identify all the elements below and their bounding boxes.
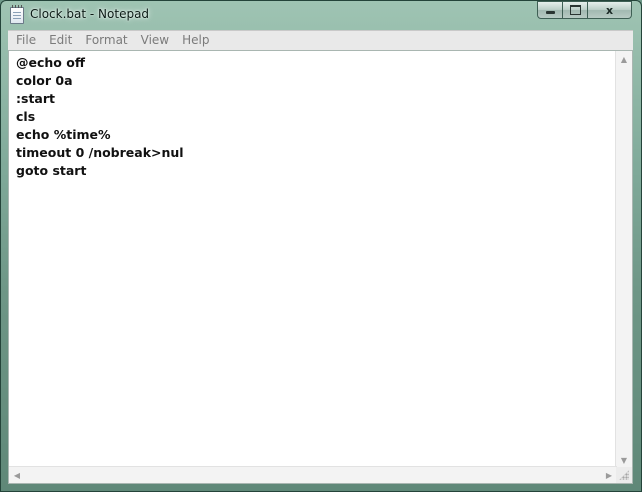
maximize-button[interactable] xyxy=(563,1,588,19)
scroll-left-icon[interactable]: ◀ xyxy=(9,467,25,483)
menu-help[interactable]: Help xyxy=(176,31,215,50)
close-icon: x xyxy=(605,3,614,17)
text-line: :start xyxy=(16,91,55,106)
close-button[interactable]: x xyxy=(588,1,632,19)
menu-edit[interactable]: Edit xyxy=(43,31,78,50)
menu-format[interactable]: Format xyxy=(79,31,133,50)
size-grip[interactable] xyxy=(616,467,632,483)
menu-file[interactable]: File xyxy=(8,31,42,50)
window-controls: x xyxy=(537,1,632,19)
minimize-icon xyxy=(545,11,555,14)
scroll-down-icon[interactable]: ▼ xyxy=(616,452,632,468)
maximize-icon xyxy=(569,5,581,15)
menu-view[interactable]: View xyxy=(135,31,175,50)
notepad-window: Clock.bat - Notepad x File Edit Format V… xyxy=(0,0,642,492)
title-bar[interactable]: Clock.bat - Notepad x xyxy=(1,1,641,29)
text-line: color 0a xyxy=(16,73,73,88)
scroll-up-icon[interactable]: ▲ xyxy=(616,51,632,67)
text-line: @echo off xyxy=(16,55,85,70)
text-line: timeout 0 /nobreak>nul xyxy=(16,145,184,160)
text-line: echo %time% xyxy=(16,127,111,142)
scroll-right-icon[interactable]: ▶ xyxy=(601,467,617,483)
menu-bar: File Edit Format View Help xyxy=(8,30,633,51)
resize-grip-icon xyxy=(619,470,629,480)
window-title: Clock.bat - Notepad xyxy=(30,7,150,21)
minimize-button[interactable] xyxy=(537,1,563,19)
text-line: cls xyxy=(16,109,36,124)
text-line: goto start xyxy=(16,163,87,178)
notepad-icon[interactable] xyxy=(10,5,24,24)
text-editor[interactable]: @echo off color 0a :start cls echo %time… xyxy=(9,51,617,468)
editor: @echo off color 0a :start cls echo %time… xyxy=(8,50,633,484)
vertical-scrollbar[interactable]: ▲ ▼ xyxy=(615,51,632,468)
horizontal-scrollbar[interactable]: ◀ ▶ xyxy=(9,466,617,483)
